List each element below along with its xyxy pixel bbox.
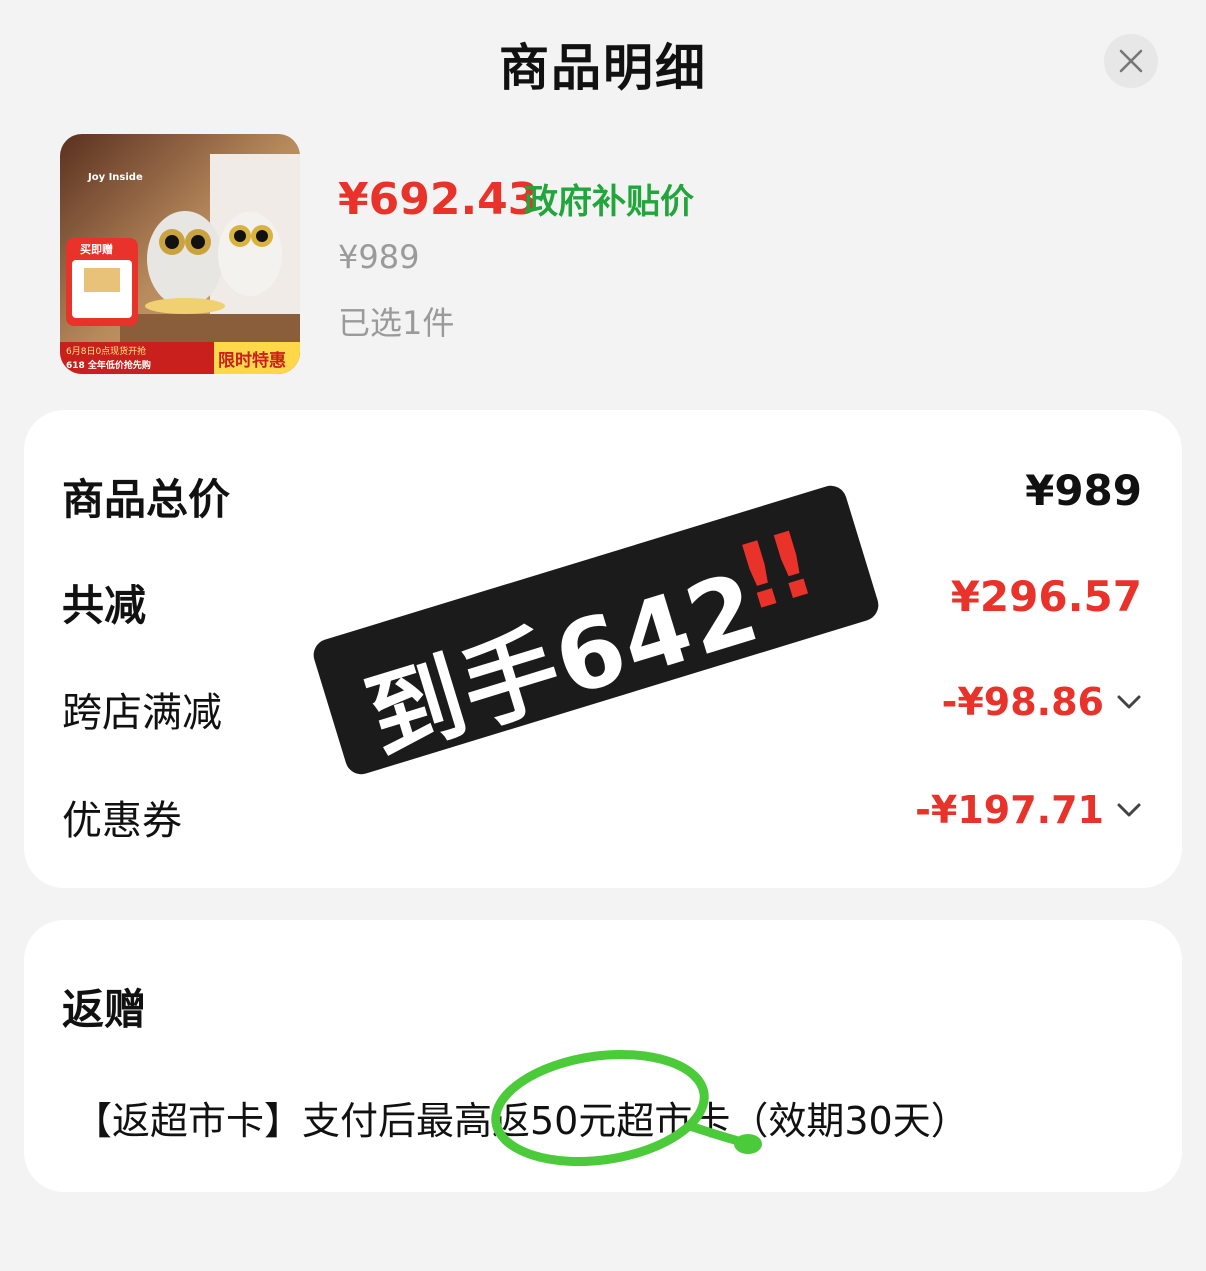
cross-store-value: -¥98.86 [941,680,1104,724]
chevron-down-icon [1117,695,1141,709]
image-brand: Joy Inside [88,172,143,183]
selected-quantity: 已选1件 [338,304,455,342]
image-banner-bottom: 618 全年低价抢先购 [66,361,151,371]
product-image[interactable]: Joy Inside 买即赠 6月8日0点现货开抢 618 全年低价抢先购 限时… [60,134,300,374]
chevron-down-icon [1117,803,1141,817]
product-detail-sheet: 商品明细 Joy Inside 买即赠 6月8日0点现货开抢 618 全年低价抢… [0,0,1206,1271]
discount-label: 共减 [62,581,147,630]
close-icon [1119,49,1143,73]
discount-value: ¥296.57 [950,572,1142,621]
close-button[interactable] [1104,34,1158,88]
total-label: 商品总价 [62,475,231,524]
total-value: ¥989 [1025,466,1142,515]
coupon-label: 优惠券 [62,798,182,844]
original-price: ¥989 [338,238,420,276]
sheet-title: 商品明细 [499,39,707,97]
cross-store-label: 跨店满减 [62,690,222,736]
subsidy-price-tag: 政府补贴价 [524,182,694,222]
gift-description: 【返超市卡】支付后最高返50元超市卡（效期30天） [74,1099,969,1143]
cross-store-row-expand[interactable]: -¥98.86 [942,680,1142,724]
current-price: ¥692.43 [338,174,539,225]
image-banner-top: 6月8日0点现货开抢 [66,347,147,357]
image-banner-right: 限时特惠 [218,351,286,371]
image-badge: 买即赠 [80,243,113,256]
gift-title: 返赠 [62,985,147,1034]
coupon-value: -¥197.71 [915,788,1104,832]
coupon-row-expand[interactable]: -¥197.71 [915,788,1142,832]
gift-card: 返赠 【返超市卡】支付后最高返50元超市卡（效期30天） [24,920,1182,1192]
